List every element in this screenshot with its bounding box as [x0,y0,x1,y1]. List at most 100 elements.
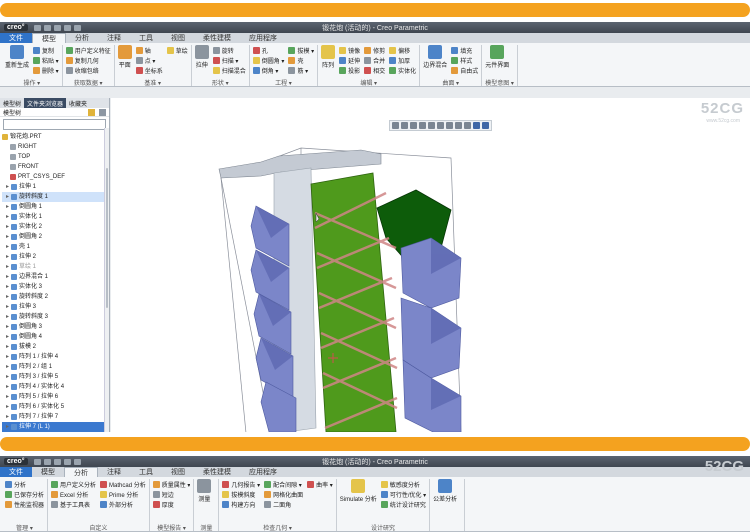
tree-node[interactable]: ▸ 拉伸 7 (L 1) [2,422,109,432]
ribbon-command-4-6[interactable]: 曲率 ▾ [307,479,333,489]
tree-node[interactable]: PRT_CSYS_DEF [2,172,109,182]
expand-arrow-icon[interactable]: ▸ [6,372,9,382]
tree-scrollbar[interactable] [104,128,109,432]
ribbon-group-label[interactable]: 曲面 ▾ [423,78,478,87]
ribbon-command-5-0[interactable]: 敏感度分析 [380,479,426,489]
tree-node[interactable]: ▸ 壳 1 [2,242,109,252]
tree-node[interactable]: ▸ 旋转斜度 1 [2,192,109,202]
ribbon-group-label[interactable]: 管理 ▾ [5,523,44,532]
tab-6[interactable]: 柔性建模 [194,467,240,477]
ribbon-command-4-3[interactable]: 配合间隙 ▾ [264,479,303,489]
panel-tab-2[interactable]: 收藏夹 [66,98,90,108]
ribbon-command-0-0[interactable]: 复制 [33,45,59,55]
tab-6[interactable]: 柔性建模 [194,33,240,43]
ribbon-command-6-0[interactable]: 填充 [451,45,478,55]
ribbon-command-1-0[interactable]: 用户定义分析 [51,479,96,489]
tree-node[interactable]: ▸ 阵列 3 / 拉伸 5 [2,372,109,382]
ribbon-command-5-2[interactable]: 统计设计研究 [380,499,426,509]
expand-arrow-icon[interactable]: ▸ [6,412,9,422]
ribbon-command-4-2[interactable]: 倒角 ▾ [252,65,285,75]
ribbon-group-label[interactable]: 设计研究 [340,523,426,532]
expand-arrow-icon[interactable]: ▸ [6,252,9,262]
graphics-viewport[interactable]: 52CG www.52cg.com [111,98,750,432]
tree-node[interactable]: ▸ 阵列 5 / 拉伸 6 [2,392,109,402]
panel-tab-1[interactable]: 文件夹浏览器 [24,98,67,108]
tree-node[interactable]: 锻花炮.PRT [2,132,109,142]
ribbon-command-1-1[interactable]: Excel 分析 [51,489,96,499]
ribbon-group-label[interactable]: 测量 [197,523,215,532]
tree-node[interactable]: ▸ 阵列 2 / 组 1 [2,362,109,372]
ribbon-command-4-2[interactable]: 构建方向 [222,499,260,509]
tree-node[interactable]: ▸ 拉伸 1 [2,182,109,192]
ribbon-command-5-3[interactable]: 修剪 [364,45,385,55]
tab-5[interactable]: 视图 [162,467,194,477]
expand-arrow-icon[interactable]: ▸ [6,322,9,332]
expand-arrow-icon[interactable]: ▸ [6,242,9,252]
tree-node[interactable]: ▸ 倒圆角 4 [2,332,109,342]
panel-tab-0[interactable]: 模型树 [0,98,24,108]
expand-arrow-icon[interactable]: ▸ [6,222,9,232]
ribbon-command-1-3[interactable]: Mathcad 分析 [100,479,146,489]
tab-0[interactable]: 文件 [0,33,32,43]
tree-node[interactable]: ▸ 阵列 7 / 拉伸 7 [2,412,109,422]
expand-arrow-icon[interactable]: ▸ [6,352,9,362]
quick-access-toolbar[interactable] [33,24,81,31]
ribbon-big-button-0[interactable]: 重新生成 [5,45,29,78]
ribbon-big-button-3[interactable]: 拉伸 [194,45,209,78]
expand-arrow-icon[interactable]: ▸ [6,232,9,242]
expand-arrow-icon[interactable]: ▸ [6,392,9,402]
ribbon-command-4-5[interactable]: 二面角 [264,499,303,509]
ribbon-command-5-8[interactable]: 实体化 [389,65,416,75]
ribbon-command-5-1[interactable]: 可行性/优化 ▾ [380,489,426,499]
expand-arrow-icon[interactable]: ▸ [6,292,9,302]
ribbon-group-label[interactable]: 模型意图 ▾ [485,78,514,87]
expand-arrow-icon[interactable]: ▸ [6,332,9,342]
ribbon-group-label[interactable]: 检查几何 ▾ [222,523,332,532]
expand-arrow-icon[interactable]: ▸ [6,402,9,412]
tab-7[interactable]: 应用程序 [240,33,286,43]
expand-arrow-icon[interactable]: ▸ [6,302,9,312]
tab-3[interactable]: 注释 [98,33,130,43]
ribbon-command-3-2[interactable]: 扫描混合 [212,65,246,75]
ribbon-command-1-2[interactable]: 收缩包络 [65,65,111,75]
ribbon-command-2-1[interactable]: 点 ▾ [135,55,163,65]
tree-node[interactable]: FRONT [2,162,109,172]
ribbon-command-3-0[interactable]: 旋转 [212,45,246,55]
expand-arrow-icon[interactable]: ▸ [6,422,9,432]
expand-arrow-icon[interactable]: ▸ [6,202,9,212]
tab-1[interactable]: 模型 [32,467,64,477]
ribbon-big-button-6[interactable]: 公差分析 [433,479,457,512]
tree-node[interactable]: ▸ 实体化 3 [2,282,109,292]
tree-search-input[interactable] [3,119,106,130]
ribbon-command-0-0[interactable]: 分析 [5,479,44,489]
ribbon-command-4-4[interactable]: 网格化曲面 [264,489,303,499]
ribbon-command-4-1[interactable]: 拔模斜度 [222,489,260,499]
quick-access-toolbar-2[interactable] [33,458,81,465]
expand-arrow-icon[interactable]: ▸ [6,382,9,392]
ribbon-command-3-1[interactable]: 扫描 ▾ [212,55,246,65]
tab-7[interactable]: 应用程序 [240,467,286,477]
ribbon-command-6-1[interactable]: 样式 [451,55,478,65]
tab-0[interactable]: 文件 [0,467,32,477]
ribbon-group-label[interactable]: 获取数据 ▾ [66,78,111,87]
ribbon-command-4-0[interactable]: 孔 [252,45,285,55]
tree-node[interactable]: ▸ 拉伸 3 [2,302,109,312]
tree-node[interactable]: ▸ 旋转斜度 2 [2,292,109,302]
ribbon-command-2-0[interactable]: 质量属性 ▾ [152,479,190,489]
ribbon-big-button-3[interactable]: 测量 [197,479,212,512]
ribbon-command-4-3[interactable]: 拔模 ▾ [288,45,314,55]
tree-node[interactable]: ▸ 倒圆角 1 [2,202,109,212]
tree-node[interactable]: ▸ 倒圆角 3 [2,322,109,332]
ribbon-command-5-4[interactable]: 合并 [364,55,385,65]
tab-3[interactable]: 注释 [98,467,130,477]
expand-arrow-icon[interactable]: ▸ [6,282,9,292]
ribbon-command-2-2[interactable]: 坐标系 [135,65,163,75]
ribbon-group-label[interactable]: 形状 ▾ [195,78,246,87]
ribbon-command-1-4[interactable]: Prime 分析 [100,489,146,499]
ribbon-command-5-6[interactable]: 偏移 [389,45,416,55]
ribbon-command-5-1[interactable]: 延伸 [339,55,360,65]
ribbon-group-label[interactable]: 操作 ▾ [5,78,59,87]
ribbon-command-1-1[interactable]: 复制几何 [65,55,111,65]
ribbon-command-4-5[interactable]: 筋 ▾ [288,65,314,75]
ribbon-big-button-6[interactable]: 边界混合 [423,45,447,78]
